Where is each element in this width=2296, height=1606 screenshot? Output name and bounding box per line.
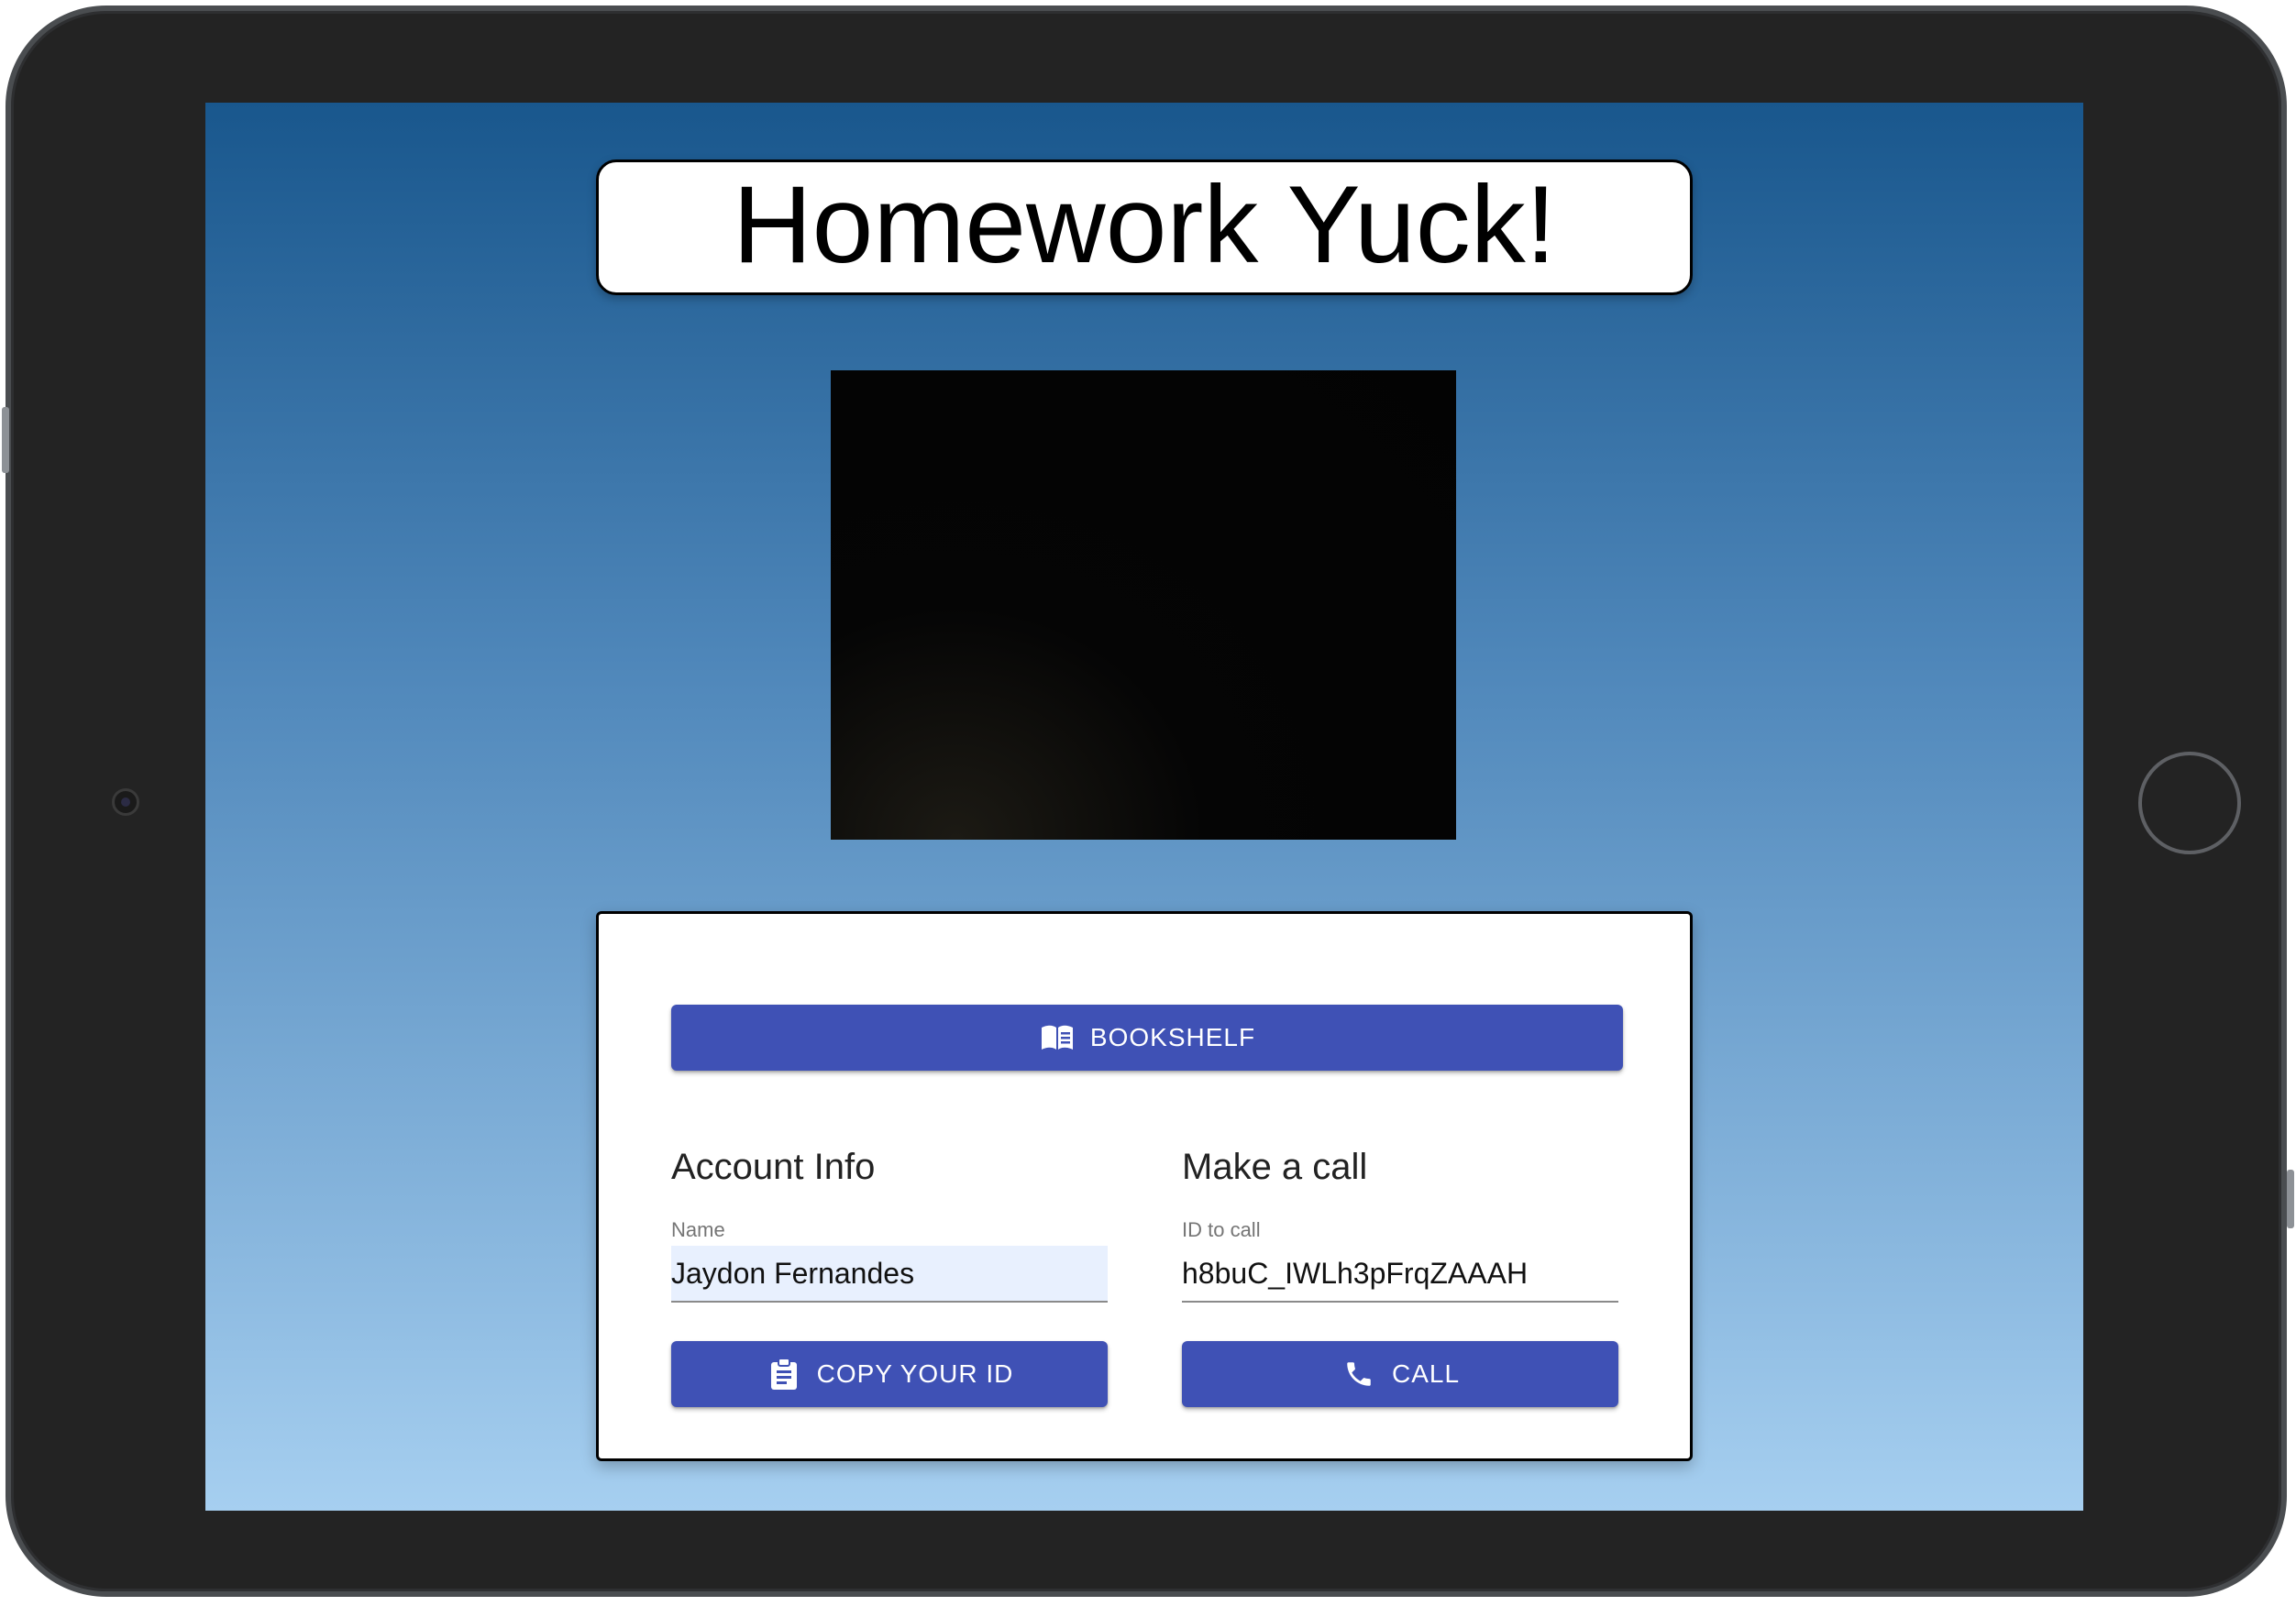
id-to-call-field[interactable]: h8buC_IWLh3pFrqZAAAH [1182,1246,1618,1303]
app-screen: Homework Yuck! BOOKSHELF Account Info Na… [205,103,2083,1511]
bookshelf-button[interactable]: BOOKSHELF [671,1005,1623,1071]
title-banner: Homework Yuck! [596,160,1693,295]
volume-button [2,407,9,473]
call-button[interactable]: CALL [1182,1341,1618,1407]
id-to-call-label: ID to call [1182,1218,1261,1241]
make-call-title: Make a call [1182,1147,1368,1187]
video-stream [831,370,1456,840]
copy-id-button[interactable]: COPY YOUR ID [671,1341,1108,1407]
front-camera [112,788,139,816]
phone-icon [1341,1356,1377,1392]
copy-id-label: COPY YOUR ID [816,1359,1014,1388]
book-open-icon [1039,1019,1076,1056]
bookshelf-label: BOOKSHELF [1089,1023,1256,1051]
call-label: CALL [1391,1359,1461,1388]
page-title: Homework Yuck! [732,163,1557,286]
control-panel: BOOKSHELF Account Info Name Jaydon Ferna… [596,911,1693,1461]
name-field[interactable]: Jaydon Fernandes [671,1246,1108,1303]
name-label: Name [671,1218,725,1241]
clipboard-icon [766,1356,802,1392]
home-button[interactable] [2138,752,2241,854]
account-info-title: Account Info [671,1147,876,1187]
side-button [2287,1170,2294,1228]
